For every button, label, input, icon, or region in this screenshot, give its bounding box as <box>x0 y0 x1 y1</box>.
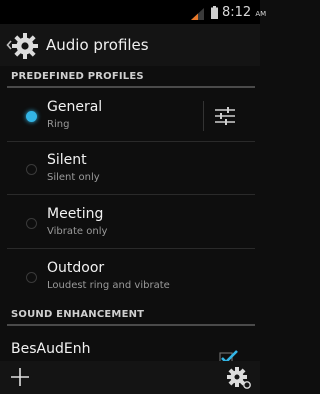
bottom-action-bar <box>0 361 260 394</box>
page-title: Audio profiles <box>46 36 149 54</box>
radio-button-outdoor[interactable] <box>26 272 37 283</box>
profile-item-meeting[interactable]: Meeting Vibrate only <box>0 196 260 249</box>
checkbox-checked-icon[interactable] <box>219 349 239 361</box>
add-icon[interactable] <box>9 366 31 388</box>
profile-summary: Vibrate only <box>47 226 108 237</box>
list-divider <box>7 194 255 195</box>
profile-item-outdoor[interactable]: Outdoor Loudest ring and vibrate <box>0 250 260 303</box>
profile-summary: Silent only <box>47 172 100 183</box>
profile-name: General <box>47 99 103 115</box>
list-divider <box>7 248 255 249</box>
profile-item-silent[interactable]: Silent Silent only <box>0 142 260 195</box>
section-header-label: SOUND ENHANCEMENT <box>11 309 145 320</box>
battery-icon <box>211 6 218 19</box>
gear-settings-icon[interactable] <box>227 366 253 390</box>
section-divider <box>7 86 255 88</box>
status-clock: 8:12 AM <box>222 5 267 20</box>
section-header-label: PREDEFINED PROFILES <box>11 71 144 82</box>
radio-button-general[interactable] <box>26 111 37 122</box>
equalizer-sliders-icon[interactable] <box>213 104 237 128</box>
signal-icon <box>191 8 204 20</box>
profile-name: Meeting <box>47 206 104 222</box>
profile-name: Outdoor <box>47 260 105 276</box>
audio-profiles-app-icon[interactable] <box>12 33 38 59</box>
profile-summary: Loudest ring and vibrate <box>47 280 170 291</box>
profile-summary: Ring <box>47 119 70 130</box>
radio-button-meeting[interactable] <box>26 218 37 229</box>
sound-enhancement-header: SOUND ENHANCEMENT <box>0 304 260 326</box>
item-separator <box>203 101 204 131</box>
predefined-profiles-header: PREDEFINED PROFILES <box>0 66 260 88</box>
section-divider <box>7 324 255 326</box>
profile-item-general[interactable]: General Ring <box>0 89 260 142</box>
preference-label: BesAudEnh <box>11 341 91 357</box>
status-bar: 8:12 AM <box>0 0 266 24</box>
profile-name: Silent <box>47 152 87 168</box>
action-bar: Audio profiles <box>0 24 260 66</box>
besaudenh-preference[interactable]: BesAudEnh <box>0 337 260 361</box>
radio-button-silent[interactable] <box>26 164 37 175</box>
